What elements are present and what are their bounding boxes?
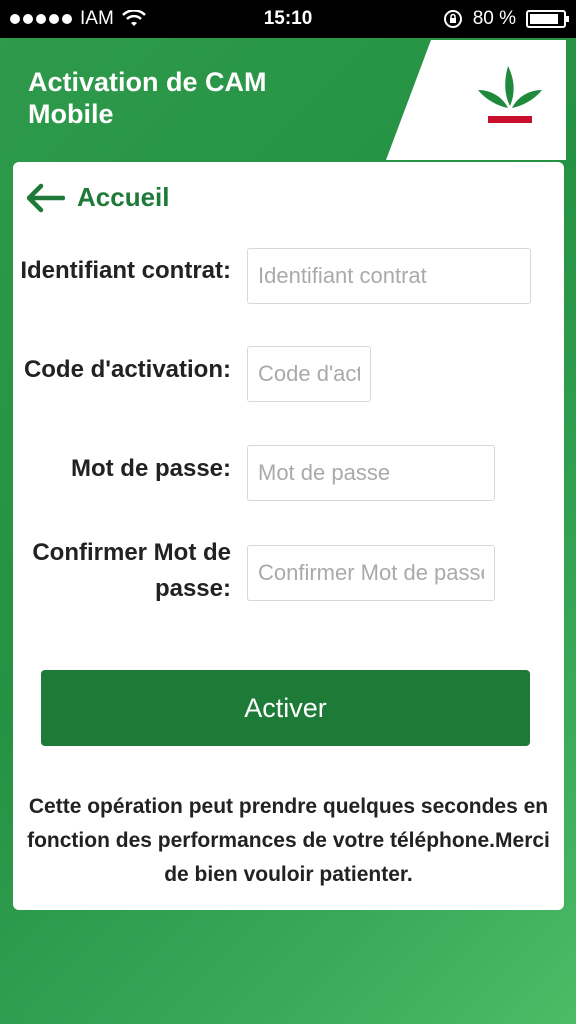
back-label: Accueil <box>77 182 170 212</box>
activation-code-label: Code d'activation: <box>23 356 231 383</box>
status-bar: IAM 15:10 80 % <box>0 0 576 38</box>
activation-code-input[interactable] <box>247 346 371 402</box>
password-input[interactable] <box>247 445 495 501</box>
battery-percent: 80 % <box>472 8 516 29</box>
back-button[interactable]: Accueil <box>25 182 170 213</box>
password-label: Mot de passe: <box>70 455 231 482</box>
rotation-lock-icon <box>443 10 462 28</box>
status-right: 80 % <box>443 0 569 38</box>
cam-logo-icon <box>478 66 542 123</box>
page-title: Activation de CAM Mobile <box>28 67 267 129</box>
arrow-left-icon <box>26 183 65 212</box>
contract-id-label: Identifiant contrat: <box>20 257 231 284</box>
confirm-password-input[interactable] <box>247 545 495 601</box>
contract-id-input[interactable] <box>247 248 531 304</box>
logo-card <box>386 40 566 160</box>
confirm-password-label: Confirmer Mot de passe: <box>32 539 231 602</box>
battery-icon <box>526 10 569 28</box>
activate-button[interactable]: Activer <box>41 670 530 746</box>
info-notice: Cette opération peut prendre quelques se… <box>27 795 550 886</box>
form-panel: Accueil Identifiant contrat: Code d'acti… <box>13 162 564 910</box>
